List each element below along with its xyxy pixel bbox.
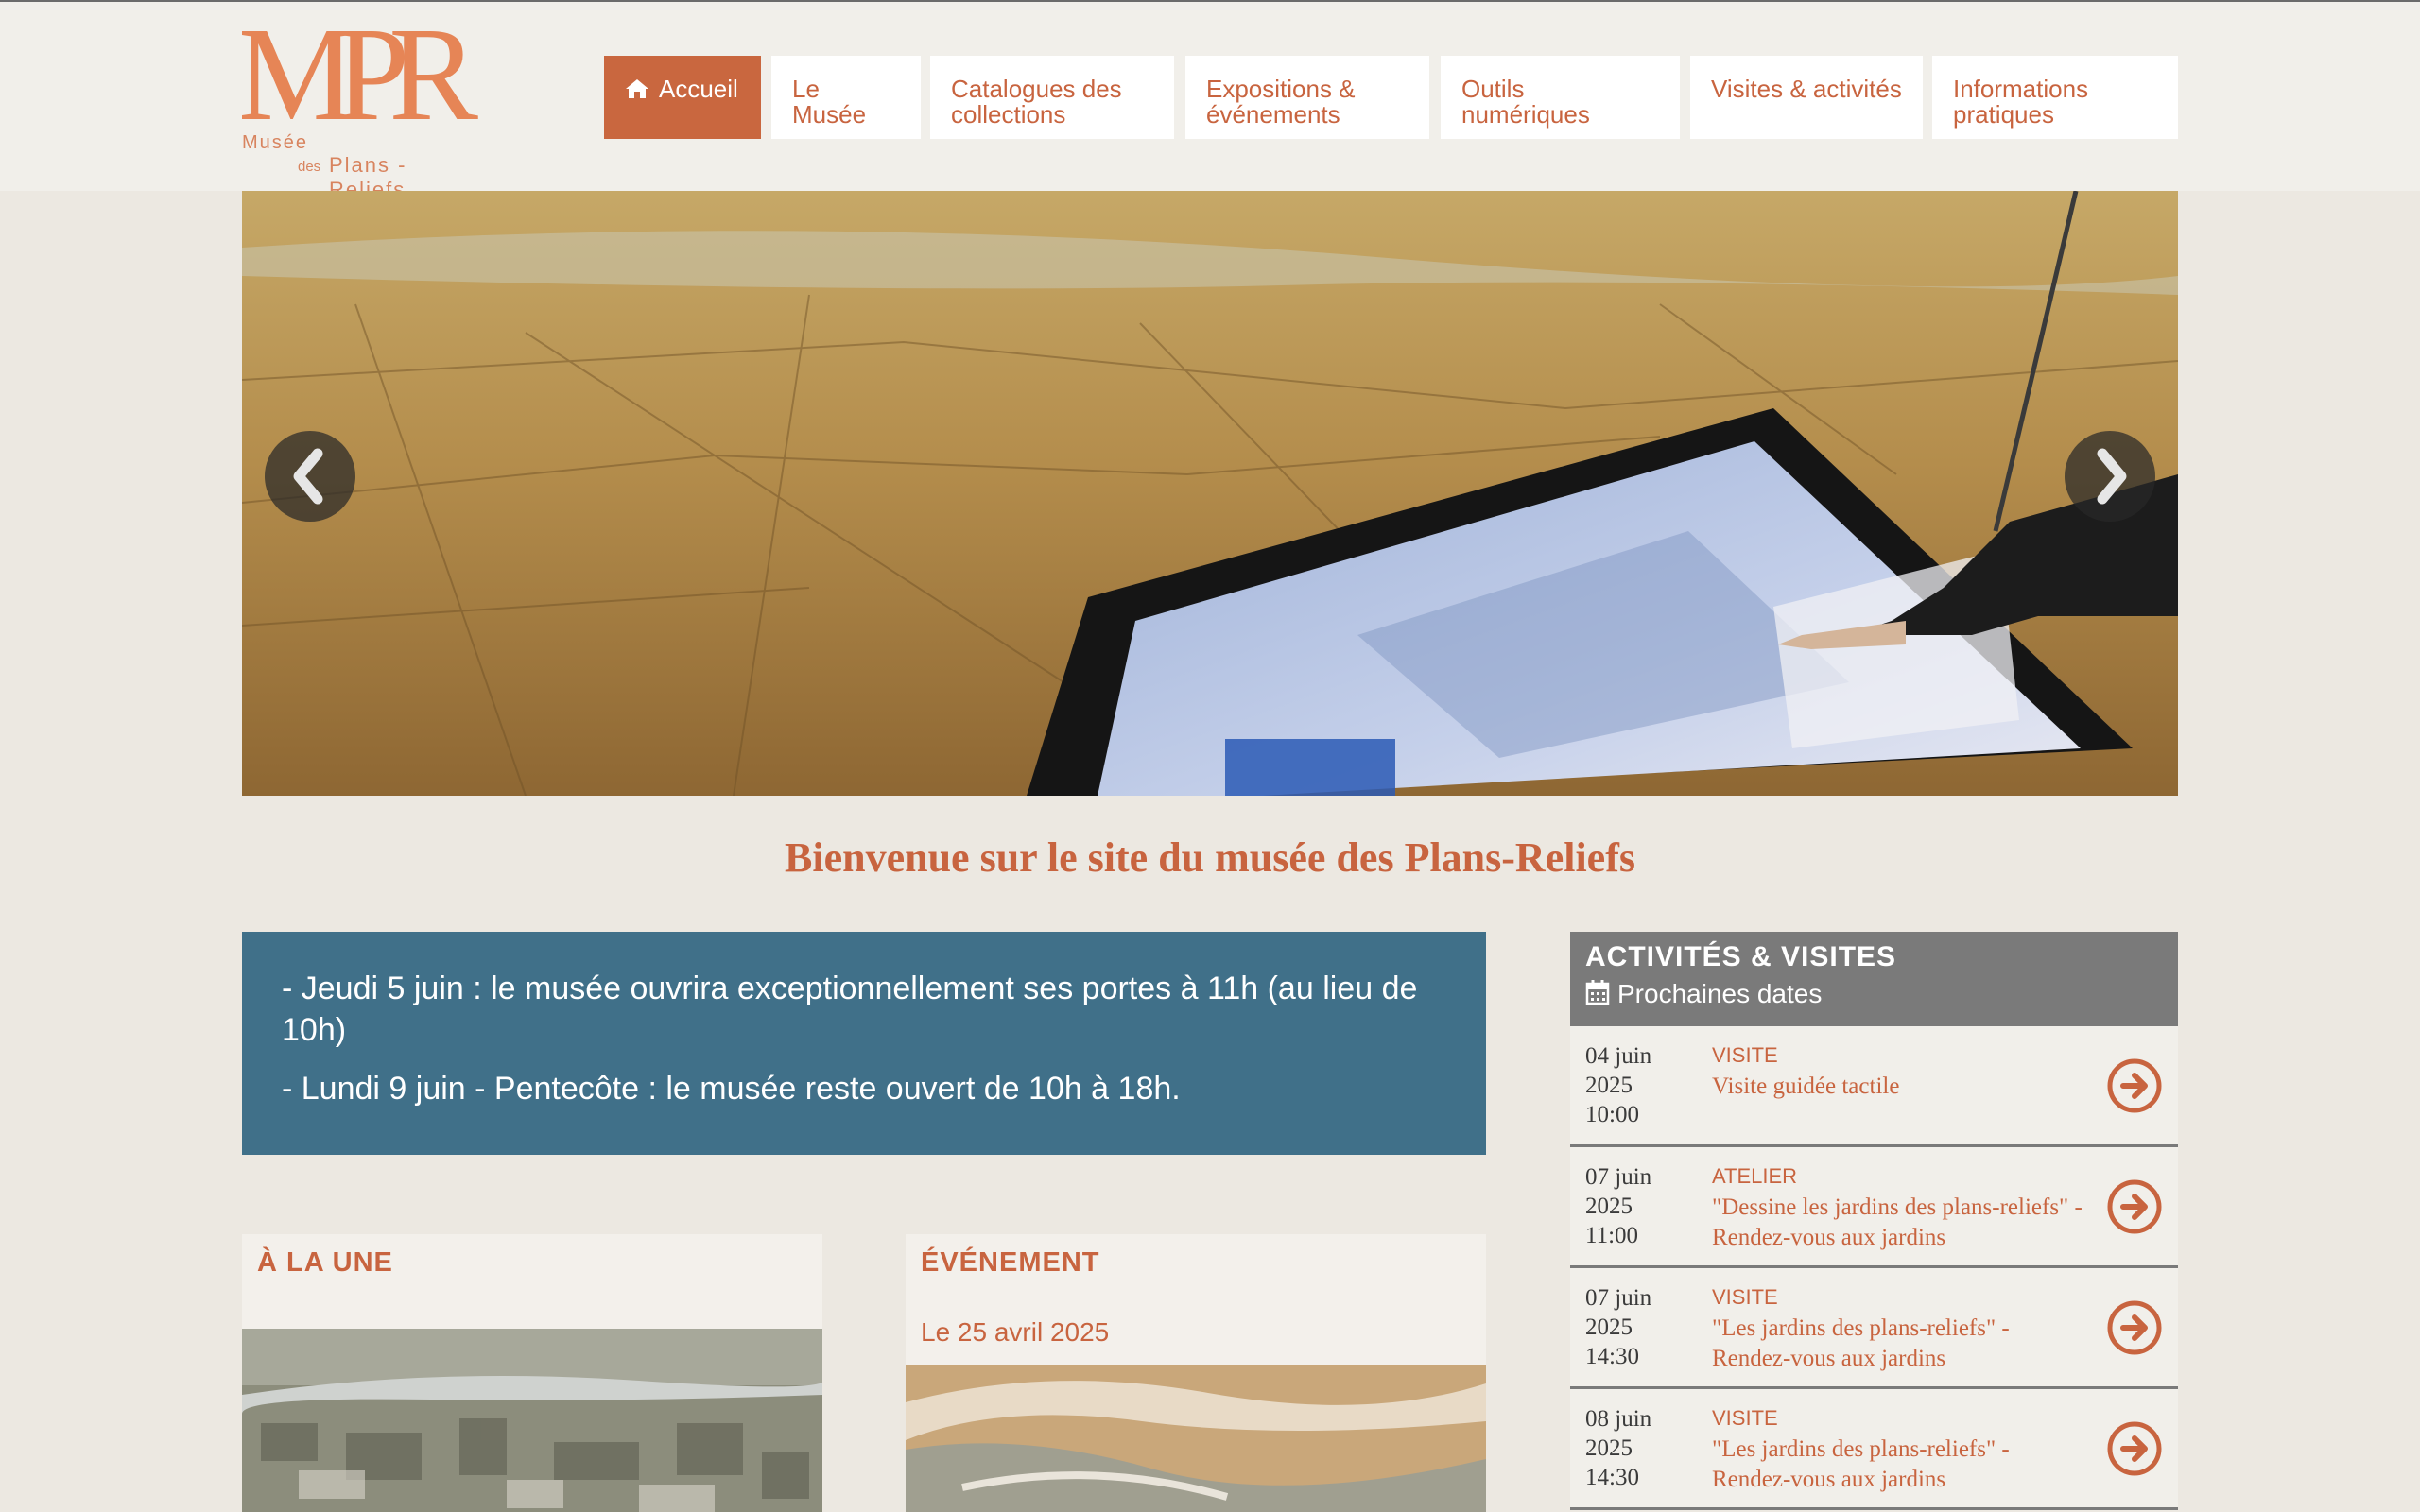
nav-item-le-musee[interactable]: Le Musée	[771, 56, 921, 139]
nav-label: Visites & activités	[1711, 75, 1902, 103]
card-title: ÉVÉNEMENT	[921, 1247, 1100, 1278]
card-a-la-une[interactable]: À LA UNE	[242, 1234, 822, 1512]
event-item[interactable]: 07 juin 2025 11:00 ATELIER "Dessine les ja…	[1570, 1147, 2178, 1268]
nav-item-expositions[interactable]: Expositions & événements	[1185, 56, 1429, 139]
nav-label: Catalogues des collections	[951, 75, 1122, 129]
notice-line: - Lundi 9 juin - Pentecôte : le musée re…	[282, 1071, 1181, 1107]
event-type: VISITE	[1712, 1406, 1778, 1430]
card-date: Le 25 avril 2025	[921, 1317, 1110, 1347]
home-icon	[626, 79, 648, 98]
activities-sidebar: ACTIVITÉS & VISITES Prochaines dates 04 …	[1570, 932, 2178, 1512]
card-title: À LA UNE	[257, 1247, 393, 1278]
event-date: 07 juin 2025 14:30	[1585, 1285, 1652, 1369]
nav-label: Outils numériques	[1461, 75, 1590, 129]
event-date: 07 juin 2025 11:00	[1585, 1164, 1652, 1248]
nav-label: Informations pratiques	[1953, 75, 2089, 129]
sidebar-subtitle-row: Prochaines dates	[1585, 979, 2163, 1009]
event-title[interactable]: "Dessine les jardins des plans-reliefs" …	[1712, 1193, 2090, 1253]
event-type: VISITE	[1712, 1043, 1778, 1067]
logo-mark: MPR	[242, 17, 478, 130]
chevron-right-icon	[2097, 448, 2127, 505]
nav-item-catalogues[interactable]: Catalogues des collections	[930, 56, 1174, 139]
card-image	[906, 1365, 1486, 1512]
card-image	[242, 1329, 822, 1512]
logo-text-des: des	[298, 159, 321, 175]
nav-item-visites[interactable]: Visites & activités	[1690, 56, 1923, 139]
event-title[interactable]: Visite guidée tactile	[1712, 1072, 2090, 1102]
svg-text:MPR: MPR	[242, 17, 478, 130]
event-title[interactable]: "Les jardins des plans-reliefs" - Rendez…	[1712, 1314, 2090, 1374]
sidebar-subtitle: Prochaines dates	[1617, 979, 1823, 1008]
event-title[interactable]: "Les jardins des plans-reliefs" - Rendez…	[1712, 1435, 2090, 1495]
event-type: ATELIER	[1712, 1164, 1798, 1188]
carousel-next-button[interactable]	[2065, 431, 2155, 522]
nav-label: Expositions & événements	[1206, 75, 1356, 129]
logo-text-musee: Musée	[242, 132, 309, 153]
nav-item-outils[interactable]: Outils numériques	[1441, 56, 1680, 139]
carousel-prev-button[interactable]	[265, 431, 355, 522]
sidebar-title: ACTIVITÉS & VISITES	[1585, 941, 1897, 972]
arrow-right-circle-icon[interactable]	[2107, 1421, 2162, 1476]
nav-item-accueil[interactable]: Accueil	[604, 56, 761, 139]
event-item[interactable]: 04 juin 2025 10:00 VISITE Visite guidée ta…	[1570, 1026, 2178, 1147]
hero-carousel	[242, 191, 2178, 796]
chevron-left-icon	[293, 448, 323, 505]
hero-image	[242, 191, 2178, 796]
museum-logo[interactable]: MPR Musée des Plans - Reliefs	[242, 17, 478, 201]
event-type: VISITE	[1712, 1285, 1778, 1309]
event-date: 04 juin 2025 10:00	[1585, 1043, 1652, 1127]
notice-line: - Jeudi 5 juin : le musée ouvrira except…	[282, 971, 1418, 1048]
card-evenement[interactable]: ÉVÉNEMENT Le 25 avril 2025	[906, 1234, 1486, 1512]
nav-label: Le Musée	[792, 75, 867, 129]
arrow-right-circle-icon[interactable]	[2107, 1179, 2162, 1234]
event-item[interactable]: 08 juin 2025 14:30 VISITE "Les jardins des…	[1570, 1389, 2178, 1510]
sidebar-header: ACTIVITÉS & VISITES Prochaines dates	[1570, 932, 2178, 1026]
event-item[interactable]: 07 juin 2025 14:30 VISITE "Les jardins des…	[1570, 1268, 2178, 1389]
arrow-right-circle-icon[interactable]	[2107, 1058, 2162, 1113]
nav-item-informations[interactable]: Informations pratiques	[1932, 56, 2178, 139]
site-header: MPR Musée des Plans - Reliefs Accueil Le…	[0, 2, 2420, 201]
nav-label: Accueil	[659, 75, 738, 103]
event-date: 08 juin 2025 14:30	[1585, 1406, 1652, 1490]
page-title: Bienvenue sur le site du musée des Plans…	[785, 834, 1635, 881]
calendar-icon	[1585, 980, 1610, 1005]
arrow-right-circle-icon[interactable]	[2107, 1300, 2162, 1355]
notice-banner: - Jeudi 5 juin : le musée ouvrira except…	[242, 932, 1486, 1155]
